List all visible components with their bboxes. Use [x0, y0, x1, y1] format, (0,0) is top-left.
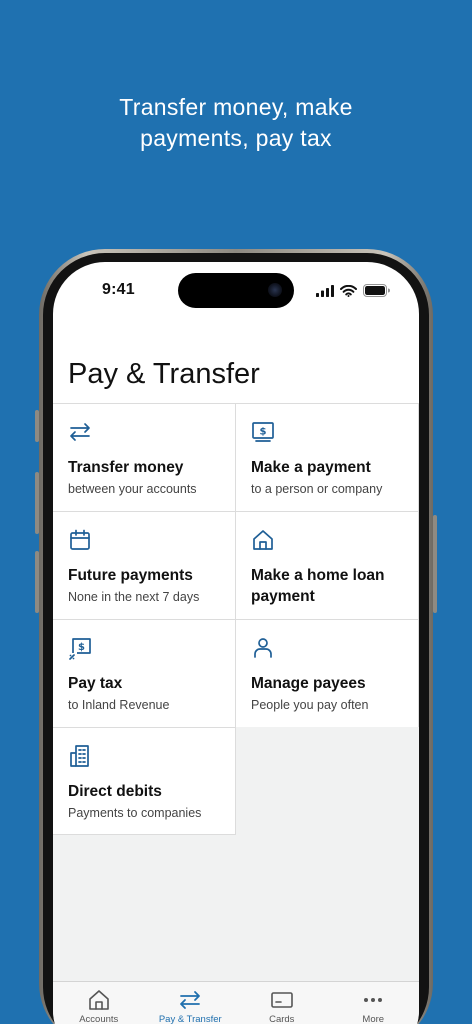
tab-cards[interactable]: Cards: [236, 982, 328, 1024]
dynamic-island: [178, 273, 294, 308]
tab-accounts[interactable]: Accounts: [53, 982, 145, 1024]
svg-text:$: $: [260, 427, 267, 438]
wifi-icon: [340, 284, 357, 297]
camera-icon: [268, 283, 282, 297]
promo-headline-line-1: Transfer money, make: [119, 94, 353, 120]
transfer-arrows-icon: [70, 423, 90, 441]
house-icon: [88, 990, 109, 1010]
tab-label: More: [362, 1014, 385, 1024]
tile-subtitle: to a person or company: [251, 482, 383, 496]
tile-title: Pay tax: [68, 675, 123, 692]
status-time: 9:41: [102, 281, 135, 298]
dollar-note-icon: $: [252, 422, 274, 442]
tile-make-payment[interactable]: $ Make a payment to a person or company: [236, 403, 419, 511]
page-title: Pay & Transfer: [68, 358, 260, 390]
tile-subtitle: between your accounts: [68, 482, 197, 496]
tile-subtitle: to Inland Revenue: [68, 698, 170, 712]
more-dots-icon: [364, 998, 383, 1002]
cellular-signal-icon: [316, 284, 334, 297]
tile-transfer-money[interactable]: Transfer money between your accounts: [53, 403, 236, 511]
tab-label: Accounts: [79, 1014, 119, 1024]
building-icon: [70, 745, 89, 767]
tile-title: Future payments: [68, 567, 193, 584]
phone-screen: 9:41 Pay & Transfer Transfer money betwe…: [53, 262, 419, 1024]
tax-note-icon: $: [69, 638, 91, 660]
status-icons: [316, 284, 390, 297]
card-icon: [270, 992, 293, 1008]
tab-label: Pay & Transfer: [158, 1014, 222, 1024]
tab-label: Cards: [269, 1014, 295, 1024]
tile-subtitle: None in the next 7 days: [68, 590, 200, 604]
tile-direct-debits[interactable]: Direct debits Payments to companies: [53, 727, 236, 835]
tile-title: Make a payment: [251, 459, 371, 476]
promo-headline: Transfer money, make payments, pay tax: [0, 92, 472, 154]
promo-headline-line-2: payments, pay tax: [140, 125, 332, 151]
svg-text:$: $: [78, 642, 85, 653]
tile-subtitle: People you pay often: [251, 698, 369, 712]
tile-title: Transfer money: [68, 459, 184, 476]
tile-future-payments[interactable]: Future payments None in the next 7 days: [53, 511, 236, 619]
calendar-icon: [70, 529, 90, 550]
tab-pay-transfer[interactable]: Pay & Transfer: [145, 982, 237, 1024]
tile-title: Direct debits: [68, 783, 162, 800]
pay-transfer-grid: Transfer money between your accounts $ M…: [53, 403, 419, 981]
house-icon: [253, 530, 273, 550]
tab-more[interactable]: More: [328, 982, 420, 1024]
battery-icon: [363, 284, 390, 297]
tile-title: Manage payees: [251, 675, 366, 692]
tile-subtitle: Payments to companies: [68, 806, 202, 820]
person-icon: [254, 638, 272, 658]
side-button-power: [433, 515, 437, 613]
transfer-arrows-icon: [180, 991, 201, 1009]
tab-bar: Accounts Pay & Transfer Cards More: [53, 981, 419, 1024]
tile-pay-tax[interactable]: $ Pay tax to Inland Revenue: [53, 619, 236, 727]
tile-title: Make a home loan payment: [251, 567, 385, 605]
status-bar: 9:41: [53, 262, 419, 322]
tile-manage-payees[interactable]: Manage payees People you pay often: [236, 619, 419, 727]
tile-home-loan-payment[interactable]: Make a home loan payment: [236, 511, 419, 619]
